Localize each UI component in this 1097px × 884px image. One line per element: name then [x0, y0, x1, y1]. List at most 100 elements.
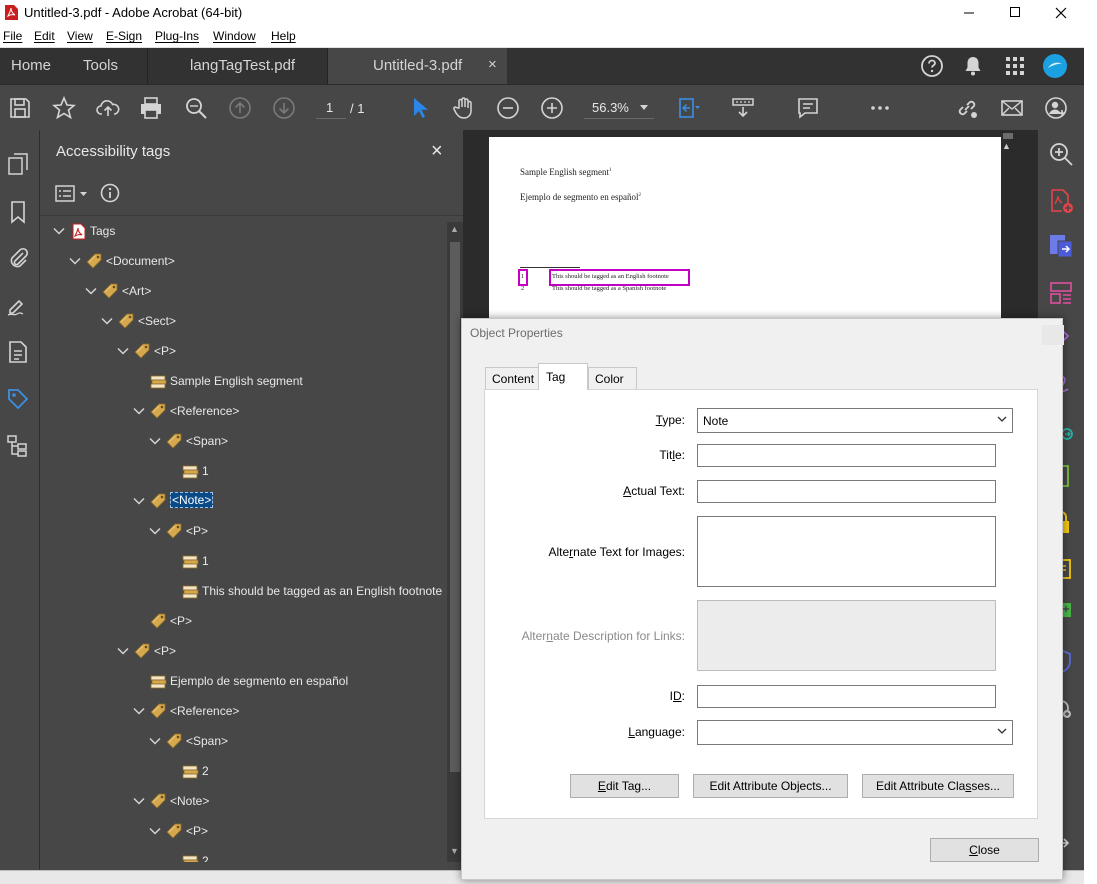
- id-field[interactable]: [697, 685, 996, 708]
- scroll-down-arrow-icon[interactable]: ▼: [450, 846, 459, 856]
- scroll-up-arrow-icon[interactable]: ▲: [450, 224, 459, 234]
- chevron-down-icon[interactable]: [148, 524, 162, 538]
- tag-tree-node[interactable]: Sample English segment: [132, 372, 445, 394]
- add-user-icon[interactable]: [1044, 96, 1068, 120]
- signature-pen-icon[interactable]: [6, 293, 30, 317]
- tab-close-button[interactable]: ×: [488, 56, 497, 73]
- tag-tree-node[interactable]: 1: [164, 552, 445, 574]
- tag-tree-node[interactable]: <Span>: [148, 432, 445, 454]
- menu-plugins[interactable]: Plug-Ins: [155, 29, 199, 43]
- panel-close-button[interactable]: ×: [431, 140, 443, 163]
- attachments-paperclip-icon[interactable]: [6, 246, 30, 270]
- tag-tree-node[interactable]: 1: [164, 462, 445, 484]
- chevron-down-icon[interactable]: [84, 284, 98, 298]
- minimize-button[interactable]: [946, 0, 992, 25]
- email-icon[interactable]: [1000, 96, 1024, 120]
- apps-grid-icon[interactable]: [1002, 53, 1028, 79]
- tab-home[interactable]: Home: [11, 57, 51, 74]
- menu-view[interactable]: View: [67, 29, 93, 43]
- close-dialog-button[interactable]: Close: [930, 838, 1039, 862]
- type-select[interactable]: Note: [697, 408, 1013, 433]
- tag-tree-node[interactable]: <Reference>: [132, 702, 445, 724]
- paragraph-english[interactable]: Sample English segment1: [520, 167, 612, 177]
- tag-tree-node[interactable]: <Note>: [132, 492, 445, 514]
- chevron-down-icon[interactable]: [148, 824, 162, 838]
- scrollbar-thumb[interactable]: [1003, 133, 1013, 139]
- comment-icon[interactable]: [796, 96, 820, 120]
- language-select[interactable]: [697, 720, 1013, 745]
- chevron-down-icon[interactable]: [116, 644, 130, 658]
- chevron-down-icon[interactable]: [52, 224, 66, 238]
- pdf-page[interactable]: Sample English segment1 Ejemplo de segme…: [489, 137, 1001, 327]
- chevron-down-icon[interactable]: [132, 404, 146, 418]
- scrollbar-thumb[interactable]: [450, 242, 460, 772]
- tag-tree-node[interactable]: <P>: [148, 522, 445, 544]
- help-icon[interactable]: [919, 53, 945, 79]
- create-pdf-icon[interactable]: [1048, 188, 1074, 214]
- tab-color[interactable]: Color: [588, 367, 637, 389]
- bookmarks-icon[interactable]: [6, 200, 30, 224]
- tab-untitled-3[interactable]: Untitled-3.pdf ×: [327, 48, 507, 84]
- organize-pages-icon[interactable]: [1048, 280, 1074, 306]
- tab-content[interactable]: Content: [485, 367, 539, 389]
- notifications-bell-icon[interactable]: [960, 53, 986, 79]
- tag-tree-node[interactable]: <P>: [116, 642, 445, 664]
- content-document-icon[interactable]: [6, 340, 30, 364]
- order-structure-icon[interactable]: [6, 434, 30, 458]
- share-link-icon[interactable]: [955, 96, 979, 120]
- chevron-down-icon[interactable]: [116, 344, 130, 358]
- save-icon[interactable]: [8, 96, 32, 120]
- edit-tag-button[interactable]: Edit Tag...: [570, 774, 679, 798]
- zoom-level-dropdown[interactable]: 56.3%: [584, 95, 654, 119]
- tag-options-menu-icon[interactable]: [55, 184, 91, 204]
- paragraph-spanish[interactable]: Ejemplo de segmento en español2: [520, 192, 641, 202]
- next-page-icon[interactable]: [272, 96, 296, 120]
- zoom-search-icon[interactable]: [1048, 141, 1074, 167]
- tab-tag[interactable]: Tag: [538, 363, 588, 390]
- menu-file[interactable]: File: [3, 29, 22, 43]
- profile-avatar-icon[interactable]: [1042, 53, 1068, 79]
- tag-tree-node[interactable]: <Note>: [132, 792, 445, 814]
- chevron-down-icon[interactable]: [132, 704, 146, 718]
- scroll-mode-icon[interactable]: [731, 96, 755, 120]
- close-window-button[interactable]: [1038, 0, 1084, 25]
- previous-page-icon[interactable]: [228, 96, 252, 120]
- actual-text-field[interactable]: [697, 480, 996, 503]
- chevron-down-icon[interactable]: [100, 314, 114, 328]
- maximize-button[interactable]: [992, 0, 1038, 25]
- tag-tree-node[interactable]: 2: [164, 852, 445, 862]
- chevron-down-icon[interactable]: [68, 254, 82, 268]
- zoom-search-icon[interactable]: [184, 96, 208, 120]
- menu-help[interactable]: Help: [271, 29, 296, 43]
- tag-tree-node[interactable]: Ejemplo de segmento en español: [132, 672, 445, 694]
- title-field[interactable]: [697, 444, 996, 467]
- fit-page-icon[interactable]: [677, 96, 701, 120]
- chevron-down-icon[interactable]: [148, 734, 162, 748]
- tab-tools[interactable]: Tools: [83, 57, 118, 74]
- hand-tool-icon[interactable]: [452, 96, 476, 120]
- chevron-down-icon[interactable]: [132, 794, 146, 808]
- tag-tree-node[interactable]: <Sect>: [100, 312, 445, 334]
- bookmark-star-icon[interactable]: [52, 96, 76, 120]
- export-pdf-icon[interactable]: [1048, 233, 1074, 259]
- edit-attribute-classes-button[interactable]: Edit Attribute Classes...: [862, 774, 1014, 798]
- tag-tree-node[interactable]: <P>: [116, 342, 445, 364]
- tag-tree-node[interactable]: 2: [164, 762, 445, 784]
- alternate-text-field[interactable]: [697, 516, 996, 587]
- tag-tree-node[interactable]: <P>: [132, 612, 445, 634]
- chevron-down-icon[interactable]: [132, 494, 146, 508]
- tag-tree-node[interactable]: <Document>: [68, 252, 445, 274]
- document-scrollbar[interactable]: ▲: [1001, 133, 1015, 323]
- scroll-up-arrow-icon[interactable]: ▲: [1002, 141, 1011, 151]
- select-pointer-icon[interactable]: [408, 96, 432, 120]
- tag-tree-node[interactable]: Tags: [52, 222, 432, 244]
- tag-tree-node[interactable]: <Art>: [84, 282, 445, 304]
- tag-tree-node[interactable]: <Reference>: [132, 402, 445, 424]
- print-icon[interactable]: [139, 96, 163, 120]
- page-thumbnails-icon[interactable]: [6, 152, 30, 176]
- menu-esign[interactable]: E-Sign: [106, 29, 142, 43]
- menu-edit[interactable]: Edit: [34, 29, 55, 43]
- info-icon[interactable]: [100, 183, 120, 203]
- edit-attribute-objects-button[interactable]: Edit Attribute Objects...: [693, 774, 848, 798]
- tab-langtagtest[interactable]: langTagTest.pdf: [147, 48, 327, 84]
